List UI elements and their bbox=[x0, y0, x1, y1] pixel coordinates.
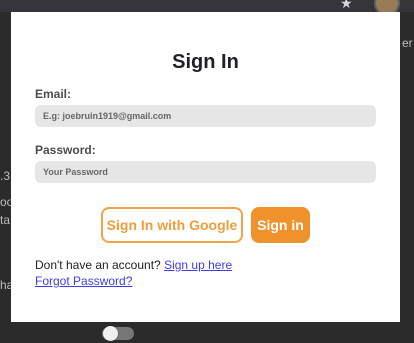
star-icon[interactable]: ★ bbox=[340, 0, 353, 10]
sign-up-link[interactable]: Sign up here bbox=[164, 258, 232, 272]
signup-prompt-text: Don't have an account? bbox=[35, 258, 161, 272]
signup-prompt-row: Don't have an account? Sign up here bbox=[35, 258, 232, 272]
forgot-password-row: Forgot Password? bbox=[35, 274, 132, 288]
email-label: Email: bbox=[35, 87, 72, 101]
sign-in-with-google-button[interactable]: Sign In with Google bbox=[101, 207, 243, 243]
background-toggle-switch[interactable] bbox=[102, 326, 134, 341]
toggle-knob bbox=[103, 326, 118, 341]
sign-in-button[interactable]: Sign in bbox=[251, 207, 310, 243]
password-field[interactable] bbox=[35, 161, 376, 183]
modal-title: Sign In bbox=[172, 51, 239, 73]
browser-toolbar: ★ bbox=[0, 0, 414, 16]
email-field[interactable] bbox=[35, 105, 376, 127]
password-label: Password: bbox=[35, 143, 96, 157]
background-text-snippet: er n bbox=[402, 36, 414, 50]
background-text-snippet: ta bbox=[0, 213, 11, 227]
background-text-snippet: .3 bbox=[0, 169, 11, 183]
forgot-password-link[interactable]: Forgot Password? bbox=[35, 274, 132, 288]
sign-in-modal: Sign In Email: Password: Sign In with Go… bbox=[11, 12, 400, 322]
